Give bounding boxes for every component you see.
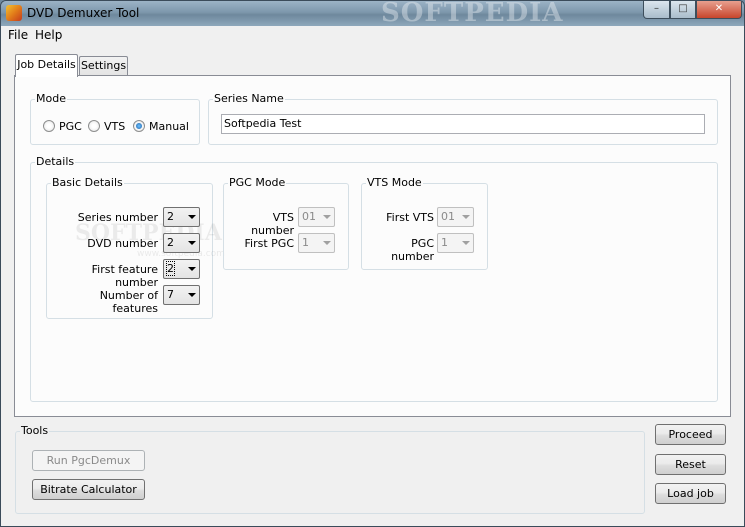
tab-job-details[interactable]: Job Details (15, 54, 78, 77)
series-name-title: Series Name (213, 92, 285, 105)
first-vts-value: 01 (441, 210, 455, 223)
menu-help[interactable]: Help (35, 28, 62, 42)
job-details-panel: Mode PGC VTS Manual Series Name Softpedi… (14, 75, 731, 417)
tools-title: Tools (20, 424, 50, 437)
pgc-mode-group: PGC Mode VTS number 01 First PGC 1 (223, 177, 349, 270)
chevron-down-icon (188, 215, 196, 219)
pgc-number-combo[interactable]: 1 (437, 233, 474, 253)
number-of-features-label: Number of features (99, 289, 158, 315)
maximize-button[interactable]: □ (670, 1, 696, 19)
radio-pgc[interactable]: PGC (43, 120, 82, 133)
radio-manual[interactable]: Manual (133, 120, 189, 133)
chevron-down-icon (462, 241, 470, 245)
load-job-button[interactable]: Load job (655, 483, 726, 504)
series-number-combo[interactable]: 2 (163, 207, 200, 227)
chevron-down-icon (323, 215, 331, 219)
first-vts-combo[interactable]: 01 (437, 207, 474, 227)
pgc-mode-title: PGC Mode (228, 176, 287, 189)
series-name-group: Series Name Softpedia Test (208, 93, 718, 145)
vts-number-value: 01 (302, 210, 316, 223)
vts-number-combo[interactable]: 01 (298, 207, 335, 227)
first-pgc-label: First PGC (244, 237, 294, 250)
reset-button[interactable]: Reset (655, 454, 726, 475)
number-of-features-value: 7 (167, 288, 174, 301)
minimize-button[interactable]: – (643, 1, 670, 19)
radio-vts-label: VTS (104, 120, 126, 133)
details-title: Details (35, 155, 76, 168)
menu-file[interactable]: File (8, 28, 28, 42)
dvd-number-value: 2 (167, 236, 174, 249)
chevron-down-icon (462, 215, 470, 219)
menu-bar: File Help (1, 26, 744, 45)
series-name-input[interactable]: Softpedia Test (221, 114, 705, 134)
close-button[interactable]: ✕ (696, 1, 742, 19)
tools-group: Tools Run PgcDemux Bitrate Calculator (15, 425, 645, 514)
basic-details-title: Basic Details (51, 176, 124, 189)
vts-number-label: VTS number (251, 211, 294, 237)
radio-pgc-label: PGC (59, 120, 82, 133)
chevron-down-icon (188, 293, 196, 297)
radio-manual-circle[interactable] (133, 120, 145, 132)
series-number-value: 2 (167, 210, 174, 223)
chevron-down-icon (188, 267, 196, 271)
first-pgc-combo[interactable]: 1 (298, 233, 335, 253)
app-icon (6, 5, 22, 21)
basic-details-group: Basic Details SOFTPEDIA www.softpedia.co… (46, 177, 225, 319)
first-feature-number-value: 2 (166, 261, 175, 276)
title-watermark: SOFTPEDIA (381, 0, 564, 28)
first-vts-label: First VTS (386, 211, 434, 224)
vts-mode-group: VTS Mode First VTS 01 PGC number 1 (361, 177, 488, 270)
radio-vts-circle[interactable] (88, 120, 100, 132)
title-bar[interactable]: SOFTPEDIA DVD Demuxer Tool – □ ✕ (1, 0, 744, 28)
dvd-number-combo[interactable]: 2 (163, 233, 200, 253)
chevron-down-icon (188, 241, 196, 245)
window-title: DVD Demuxer Tool (27, 6, 140, 20)
run-pgcdemux-button[interactable]: Run PgcDemux (32, 450, 145, 471)
first-feature-number-label: First feature number (91, 263, 158, 289)
number-of-features-combo[interactable]: 7 (163, 285, 200, 305)
radio-vts[interactable]: VTS (88, 120, 125, 133)
pgc-number-label: PGC number (391, 237, 434, 263)
mode-group: Mode PGC VTS Manual (30, 93, 200, 145)
details-group: Details Basic Details SOFTPEDIA www.soft… (30, 156, 718, 402)
first-feature-number-combo[interactable]: 2 (163, 259, 200, 279)
radio-pgc-circle[interactable] (43, 120, 55, 132)
pgc-number-value: 1 (441, 236, 448, 249)
first-pgc-value: 1 (302, 236, 309, 249)
bitrate-calculator-button[interactable]: Bitrate Calculator (32, 479, 145, 500)
series-number-label: Series number (77, 211, 158, 224)
vts-mode-title: VTS Mode (366, 176, 423, 189)
mode-group-title: Mode (35, 92, 67, 105)
dvd-number-label: DVD number (87, 237, 158, 250)
tab-settings[interactable]: Settings (79, 56, 128, 76)
proceed-button[interactable]: Proceed (655, 424, 726, 445)
chevron-down-icon (323, 241, 331, 245)
radio-manual-label: Manual (149, 120, 189, 133)
app-window: SOFTPEDIA DVD Demuxer Tool – □ ✕ File He… (0, 0, 745, 527)
client-area: File Help Job Details Settings Mode PGC … (1, 26, 744, 526)
